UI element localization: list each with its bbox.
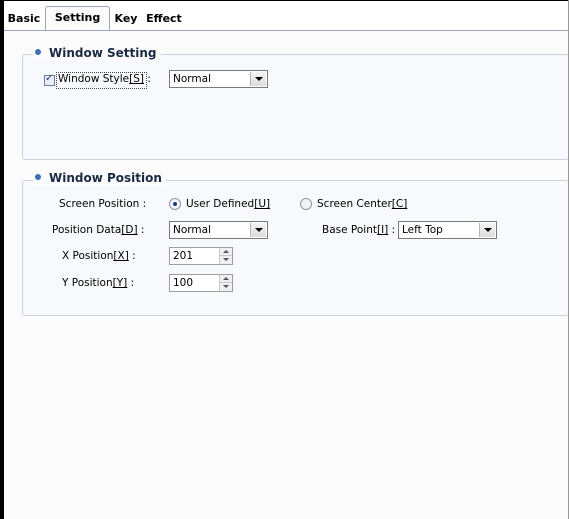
spinner-buttons bbox=[219, 248, 232, 264]
y-position-label: Y Position[Y] : bbox=[62, 277, 135, 289]
tab-setting[interactable]: Setting bbox=[45, 6, 110, 30]
spin-down-icon[interactable] bbox=[220, 283, 232, 291]
x-position-label: X Position[X] : bbox=[62, 250, 136, 262]
window-setting-title: Window Setting bbox=[33, 45, 161, 61]
screen-center-radio[interactable] bbox=[300, 198, 312, 210]
spinner-buttons bbox=[219, 275, 232, 291]
base-point-select[interactable]: Left Top bbox=[398, 221, 497, 239]
bullet-icon bbox=[35, 174, 41, 180]
y-position-spinner[interactable]: 100 bbox=[169, 274, 233, 292]
chevron-down-icon[interactable] bbox=[479, 223, 495, 237]
tab-key[interactable]: Key bbox=[112, 8, 140, 30]
screen-position-label: Screen Position : bbox=[59, 198, 147, 210]
window-position-title: Window Position bbox=[33, 170, 166, 186]
window-style-select[interactable]: Normal bbox=[169, 70, 268, 88]
base-point-label: Base Point[I] : bbox=[322, 224, 396, 236]
spin-up-icon[interactable] bbox=[220, 248, 232, 256]
screen-center-label[interactable]: Screen Center[C] bbox=[317, 195, 407, 213]
tab-basic[interactable]: Basic bbox=[6, 8, 42, 30]
x-position-spinner[interactable]: 201 bbox=[169, 247, 233, 265]
tab-divider bbox=[4, 30, 568, 31]
properties-window: Basic Setting Key Effect Window Setting … bbox=[0, 0, 569, 519]
chevron-down-icon[interactable] bbox=[250, 72, 266, 86]
spin-up-icon[interactable] bbox=[220, 275, 232, 283]
window-style-checkbox[interactable] bbox=[44, 73, 55, 86]
user-defined-radio[interactable] bbox=[169, 198, 181, 210]
position-data-label: Position Data[D] : bbox=[52, 224, 145, 236]
spin-down-icon[interactable] bbox=[220, 256, 232, 264]
window-style-label[interactable]: Window Style[S] : bbox=[58, 70, 151, 88]
bullet-icon bbox=[35, 49, 41, 55]
position-data-select[interactable]: Normal bbox=[169, 221, 268, 239]
chevron-down-icon[interactable] bbox=[250, 223, 266, 237]
window-border-top bbox=[0, 0, 569, 1]
tab-effect[interactable]: Effect bbox=[144, 8, 184, 30]
user-defined-label[interactable]: User Defined[U] bbox=[186, 195, 270, 213]
window-border-left bbox=[0, 0, 4, 519]
